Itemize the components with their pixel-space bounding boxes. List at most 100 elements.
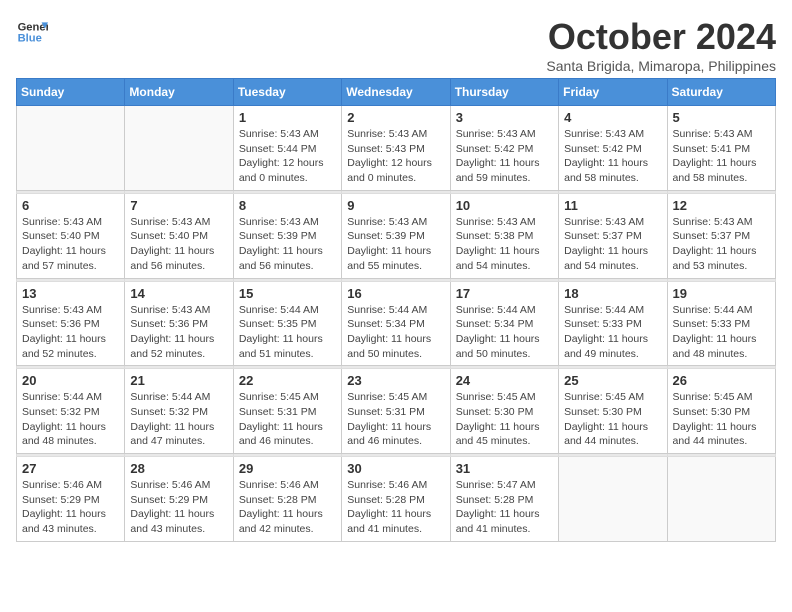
- calendar-day-cell: 18Sunrise: 5:44 AM Sunset: 5:33 PM Dayli…: [559, 281, 667, 366]
- calendar-week-row: 1 Sunrise: 5:43 AM Sunset: 5:44 PM Daylig…: [17, 106, 776, 191]
- calendar-week-row: 6 Sunrise: 5:43 AM Sunset: 5:40 PM Daylig…: [17, 193, 776, 278]
- calendar-day-cell: 19Sunrise: 5:44 AM Sunset: 5:33 PM Dayli…: [667, 281, 775, 366]
- calendar-day-cell: 3 Sunrise: 5:43 AM Sunset: 5:42 PM Daylig…: [450, 106, 558, 191]
- calendar-day-cell: 30Sunrise: 5:46 AM Sunset: 5:28 PM Dayli…: [342, 457, 450, 542]
- day-info: Sunrise: 5:43 AM Sunset: 5:36 PM Dayligh…: [130, 303, 227, 362]
- calendar-day-cell: 28 Sunrise: 5:46 AM Sunset: 5:29 PM Dayli…: [125, 457, 233, 542]
- calendar-day-cell: 16 Sunrise: 5:44 AM Sunset: 5:34 PM Dayli…: [342, 281, 450, 366]
- day-info: Sunrise: 5:45 AM Sunset: 5:30 PM Dayligh…: [673, 390, 770, 449]
- day-info: Sunrise: 5:44 AM Sunset: 5:32 PM Dayligh…: [130, 390, 227, 449]
- calendar-day-cell: 17 Sunrise: 5:44 AM Sunset: 5:34 PM Dayli…: [450, 281, 558, 366]
- day-info: Sunrise: 5:44 AM Sunset: 5:33 PM Dayligh…: [673, 303, 770, 362]
- calendar-day-cell: [17, 106, 125, 191]
- calendar-day-cell: 7Sunrise: 5:43 AM Sunset: 5:40 PM Daylig…: [125, 193, 233, 278]
- day-number: 8: [239, 198, 336, 213]
- calendar-day-cell: 11 Sunrise: 5:43 AM Sunset: 5:37 PM Dayli…: [559, 193, 667, 278]
- calendar-day-cell: [667, 457, 775, 542]
- day-number: 17: [456, 286, 553, 301]
- calendar-day-cell: 13Sunrise: 5:43 AM Sunset: 5:36 PM Dayli…: [17, 281, 125, 366]
- day-info: Sunrise: 5:46 AM Sunset: 5:29 PM Dayligh…: [22, 478, 119, 537]
- calendar-day-cell: 5 Sunrise: 5:43 AM Sunset: 5:41 PM Daylig…: [667, 106, 775, 191]
- day-info: Sunrise: 5:43 AM Sunset: 5:41 PM Dayligh…: [673, 127, 770, 186]
- day-number: 21: [130, 373, 227, 388]
- day-info: Sunrise: 5:43 AM Sunset: 5:39 PM Dayligh…: [239, 215, 336, 274]
- calendar-day-cell: 12 Sunrise: 5:43 AM Sunset: 5:37 PM Dayli…: [667, 193, 775, 278]
- day-number: 15: [239, 286, 336, 301]
- day-number: 22: [239, 373, 336, 388]
- calendar-week-row: 13Sunrise: 5:43 AM Sunset: 5:36 PM Dayli…: [17, 281, 776, 366]
- day-number: 29: [239, 461, 336, 476]
- calendar-day-cell: 2Sunrise: 5:43 AM Sunset: 5:43 PM Daylig…: [342, 106, 450, 191]
- day-number: 31: [456, 461, 553, 476]
- day-number: 1: [239, 110, 336, 125]
- day-info: Sunrise: 5:43 AM Sunset: 5:42 PM Dayligh…: [564, 127, 661, 186]
- calendar-day-cell: [559, 457, 667, 542]
- day-number: 18: [564, 286, 661, 301]
- calendar-day-cell: 31 Sunrise: 5:47 AM Sunset: 5:28 PM Dayli…: [450, 457, 558, 542]
- day-number: 4: [564, 110, 661, 125]
- day-number: 12: [673, 198, 770, 213]
- calendar-day-cell: 25 Sunrise: 5:45 AM Sunset: 5:30 PM Dayli…: [559, 369, 667, 454]
- day-number: 11: [564, 198, 661, 213]
- day-info: Sunrise: 5:43 AM Sunset: 5:40 PM Dayligh…: [22, 215, 119, 274]
- day-info: Sunrise: 5:45 AM Sunset: 5:31 PM Dayligh…: [239, 390, 336, 449]
- day-info: Sunrise: 5:43 AM Sunset: 5:43 PM Dayligh…: [347, 127, 444, 186]
- title-block: October 2024 Santa Brigida, Mimaropa, Ph…: [546, 16, 776, 74]
- day-info: Sunrise: 5:43 AM Sunset: 5:38 PM Dayligh…: [456, 215, 553, 274]
- calendar-day-cell: 24 Sunrise: 5:45 AM Sunset: 5:30 PM Dayli…: [450, 369, 558, 454]
- weekday-header: Saturday: [667, 79, 775, 106]
- day-info: Sunrise: 5:45 AM Sunset: 5:30 PM Dayligh…: [564, 390, 661, 449]
- day-number: 3: [456, 110, 553, 125]
- day-info: Sunrise: 5:43 AM Sunset: 5:37 PM Dayligh…: [564, 215, 661, 274]
- calendar-day-cell: 6 Sunrise: 5:43 AM Sunset: 5:40 PM Daylig…: [17, 193, 125, 278]
- day-info: Sunrise: 5:47 AM Sunset: 5:28 PM Dayligh…: [456, 478, 553, 537]
- calendar-day-cell: 9 Sunrise: 5:43 AM Sunset: 5:39 PM Daylig…: [342, 193, 450, 278]
- day-info: Sunrise: 5:45 AM Sunset: 5:30 PM Dayligh…: [456, 390, 553, 449]
- logo: General Blue: [16, 16, 48, 48]
- calendar-day-cell: 1 Sunrise: 5:43 AM Sunset: 5:44 PM Daylig…: [233, 106, 341, 191]
- day-number: 28: [130, 461, 227, 476]
- calendar-day-cell: 23 Sunrise: 5:45 AM Sunset: 5:31 PM Dayli…: [342, 369, 450, 454]
- day-info: Sunrise: 5:43 AM Sunset: 5:42 PM Dayligh…: [456, 127, 553, 186]
- weekday-header: Wednesday: [342, 79, 450, 106]
- day-number: 14: [130, 286, 227, 301]
- day-number: 5: [673, 110, 770, 125]
- day-info: Sunrise: 5:46 AM Sunset: 5:28 PM Dayligh…: [239, 478, 336, 537]
- calendar-week-row: 27 Sunrise: 5:46 AM Sunset: 5:29 PM Dayli…: [17, 457, 776, 542]
- day-number: 23: [347, 373, 444, 388]
- day-number: 10: [456, 198, 553, 213]
- day-number: 24: [456, 373, 553, 388]
- calendar-day-cell: [125, 106, 233, 191]
- calendar-day-cell: 20Sunrise: 5:44 AM Sunset: 5:32 PM Dayli…: [17, 369, 125, 454]
- day-info: Sunrise: 5:43 AM Sunset: 5:44 PM Dayligh…: [239, 127, 336, 186]
- day-number: 20: [22, 373, 119, 388]
- calendar-day-cell: 4 Sunrise: 5:43 AM Sunset: 5:42 PM Daylig…: [559, 106, 667, 191]
- day-number: 26: [673, 373, 770, 388]
- day-number: 30: [347, 461, 444, 476]
- day-info: Sunrise: 5:44 AM Sunset: 5:34 PM Dayligh…: [456, 303, 553, 362]
- day-info: Sunrise: 5:46 AM Sunset: 5:29 PM Dayligh…: [130, 478, 227, 537]
- calendar-body: 1 Sunrise: 5:43 AM Sunset: 5:44 PM Daylig…: [17, 106, 776, 542]
- day-info: Sunrise: 5:44 AM Sunset: 5:34 PM Dayligh…: [347, 303, 444, 362]
- day-number: 16: [347, 286, 444, 301]
- calendar-header: SundayMondayTuesdayWednesdayThursdayFrid…: [17, 79, 776, 106]
- calendar-day-cell: 26 Sunrise: 5:45 AM Sunset: 5:30 PM Dayli…: [667, 369, 775, 454]
- weekday-header: Friday: [559, 79, 667, 106]
- day-number: 6: [22, 198, 119, 213]
- svg-text:Blue: Blue: [18, 33, 42, 45]
- day-number: 9: [347, 198, 444, 213]
- weekday-header: Monday: [125, 79, 233, 106]
- day-info: Sunrise: 5:43 AM Sunset: 5:36 PM Dayligh…: [22, 303, 119, 362]
- day-number: 25: [564, 373, 661, 388]
- day-info: Sunrise: 5:43 AM Sunset: 5:39 PM Dayligh…: [347, 215, 444, 274]
- calendar-table: SundayMondayTuesdayWednesdayThursdayFrid…: [16, 78, 776, 542]
- calendar-week-row: 20 Sunrise: 5:44 AM Sunset: 5:32 PM Dayli…: [17, 369, 776, 454]
- day-number: 27: [22, 461, 119, 476]
- month-title: October 2024: [546, 16, 776, 58]
- day-info: Sunrise: 5:45 AM Sunset: 5:31 PM Dayligh…: [347, 390, 444, 449]
- day-info: Sunrise: 5:43 AM Sunset: 5:40 PM Dayligh…: [130, 215, 227, 274]
- day-info: Sunrise: 5:43 AM Sunset: 5:37 PM Dayligh…: [673, 215, 770, 274]
- weekday-header: Sunday: [17, 79, 125, 106]
- calendar-day-cell: 10 Sunrise: 5:43 AM Sunset: 5:38 PM Dayli…: [450, 193, 558, 278]
- calendar-day-cell: 8 Sunrise: 5:43 AM Sunset: 5:39 PM Daylig…: [233, 193, 341, 278]
